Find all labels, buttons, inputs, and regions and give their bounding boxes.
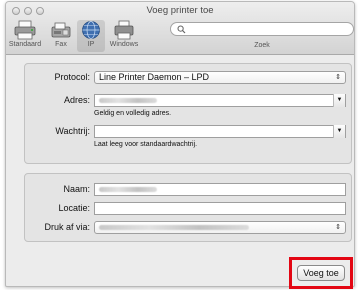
- adres-field[interactable]: ▼: [94, 94, 346, 107]
- toolbar: Voeg printer toe Standaard Fax IP Window…: [6, 2, 354, 55]
- default-printer-icon: [14, 20, 36, 40]
- redacted-name: [99, 187, 157, 192]
- wachtrij-hint: Laat leeg voor standaardwachtrij.: [94, 141, 198, 148]
- toolbar-label-windows: Windows: [109, 41, 139, 48]
- druk-af-via-popup[interactable]: ⇕: [94, 221, 346, 234]
- chevron-down-icon[interactable]: ▼: [333, 125, 345, 138]
- naam-field[interactable]: [94, 183, 346, 196]
- toolbar-item-fax[interactable]: Fax: [44, 20, 78, 52]
- wachtrij-label: Wachtrij:: [55, 126, 90, 136]
- add-printer-window: Voeg printer toe Standaard Fax IP Window…: [5, 1, 355, 287]
- locatie-field[interactable]: [94, 202, 346, 215]
- search-field[interactable]: [170, 22, 354, 36]
- connection-settings-group: Protocol: Line Printer Daemon – LPD ⇕ Ad…: [24, 63, 352, 164]
- locatie-label: Locatie:: [58, 203, 90, 213]
- protocol-popup[interactable]: Line Printer Daemon – LPD ⇕: [94, 71, 346, 84]
- fax-icon: [51, 22, 71, 38]
- adres-label: Adres:: [63, 95, 90, 105]
- toolbar-label-standaard: Standaard: [8, 41, 42, 48]
- search-icon: [177, 25, 186, 34]
- toolbar-item-ip[interactable]: IP: [77, 20, 105, 52]
- toolbar-label-ip: IP: [87, 41, 95, 48]
- updown-arrows-icon: ⇕: [335, 74, 341, 81]
- toolbar-item-standaard[interactable]: Standaard: [8, 20, 42, 52]
- toolbar-label-fax: Fax: [55, 41, 67, 48]
- wachtrij-field[interactable]: ▼: [94, 125, 346, 138]
- redacted-driver: [99, 225, 249, 230]
- updown-arrows-icon: ⇕: [335, 224, 341, 231]
- search-input[interactable]: [189, 24, 349, 34]
- redacted-address: [99, 98, 157, 103]
- naam-label: Naam:: [63, 184, 90, 194]
- window-title: Voeg printer toe: [146, 5, 214, 16]
- ip-globe-icon: [82, 21, 100, 39]
- adres-hint: Geldig en volledig adres.: [94, 110, 172, 117]
- chevron-down-icon[interactable]: ▼: [333, 94, 345, 107]
- toolbar-item-windows[interactable]: Windows: [107, 20, 141, 52]
- protocol-value: Line Printer Daemon – LPD: [99, 72, 210, 82]
- search-label: Zoek: [254, 42, 270, 49]
- add-printer-button[interactable]: Voeg toe: [297, 265, 345, 281]
- windows-printer-icon: [114, 20, 134, 40]
- druk-af-via-label: Druk af via:: [44, 222, 90, 232]
- printer-info-group: Naam: Locatie: Druk af via: ⇕: [24, 173, 352, 242]
- protocol-label: Protocol:: [54, 72, 90, 82]
